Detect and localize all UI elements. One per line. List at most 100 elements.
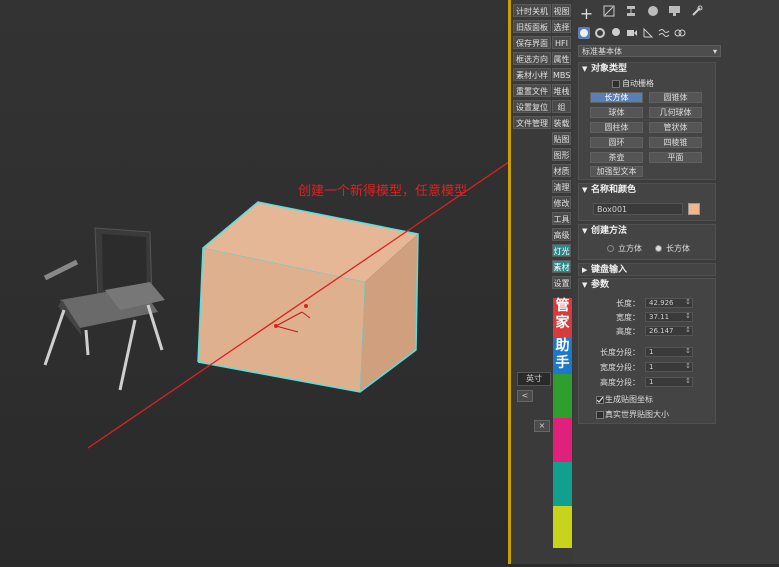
pyramid-button[interactable]: 四棱锥 — [649, 137, 702, 148]
geometry-category-icon[interactable] — [578, 27, 590, 39]
box-radio[interactable] — [655, 245, 662, 252]
strip-btn-cleanup[interactable]: 清理 — [552, 180, 571, 193]
category-dropdown-value: 标准基本体 — [582, 47, 622, 56]
box-model[interactable] — [197, 201, 419, 393]
box-button[interactable]: 长方体 — [590, 92, 643, 103]
butler-button[interactable]: 管家 — [553, 298, 572, 338]
chevron-down-icon: ▾ — [712, 47, 717, 56]
cube-radio[interactable] — [607, 245, 614, 252]
back-button[interactable]: < — [517, 390, 533, 402]
collapse-arrow-icon: ▼ — [582, 65, 588, 73]
cylinder-button[interactable]: 圆柱体 — [590, 122, 643, 133]
strip-btn-material-sample[interactable]: 素材小样 — [513, 68, 551, 81]
strip-btn-reset-file[interactable]: 重置文件 — [513, 84, 551, 97]
strip-btn-mbs[interactable]: MBS — [552, 68, 571, 81]
creation-method-rollout: ▼ 创建方法 — [578, 224, 716, 260]
cameras-category-icon[interactable] — [626, 27, 638, 39]
pink-block[interactable] — [553, 418, 572, 462]
shapes-category-icon[interactable] — [594, 27, 606, 39]
chair-model[interactable] — [43, 227, 165, 391]
strip-btn-maps[interactable]: 贴图 — [552, 132, 571, 145]
strip-btn-load[interactable]: 装载 — [552, 116, 571, 129]
cone-button[interactable]: 圆锥体 — [649, 92, 702, 103]
strip-btn-hfi[interactable]: HFI — [552, 36, 571, 49]
creation-method-header[interactable]: ▼ 创建方法 — [579, 225, 715, 238]
checkmark-icon — [597, 397, 603, 403]
strip-btn-modify[interactable]: 修改 — [552, 196, 571, 209]
real-world-checkbox[interactable] — [596, 411, 604, 419]
tube-button[interactable]: 管状体 — [649, 122, 702, 133]
strip-btn-lights[interactable]: 灯光 — [552, 244, 571, 257]
motion-tab-icon[interactable] — [644, 5, 661, 22]
width-segs-label: 宽度分段： — [600, 363, 640, 372]
strip-btn-stack[interactable]: 堆栈 — [552, 84, 571, 97]
object-color-swatch[interactable] — [688, 203, 700, 215]
height-segs-label: 高度分段： — [600, 378, 640, 387]
strip-btn-advanced[interactable]: 高级 — [552, 228, 571, 241]
parameters-header[interactable]: ▼ 参数 — [579, 279, 715, 292]
length-segs-spinner[interactable]: 1 — [645, 347, 693, 357]
create-tab-icon[interactable]: + — [578, 5, 595, 22]
strip-btn-file-manager[interactable]: 文件管理 — [513, 116, 551, 129]
strip-btn-assets[interactable]: 素材 — [552, 260, 571, 273]
perspective-viewport[interactable]: 创建一个新得模型，任意模型 — [0, 0, 601, 564]
height-label: 高度： — [616, 327, 640, 336]
gen-uv-checkbox[interactable] — [596, 396, 604, 404]
annotation-text: 创建一个新得模型，任意模型 — [298, 184, 468, 199]
strip-btn-save-ui[interactable]: 保存界面 — [513, 36, 551, 49]
systems-category-icon[interactable] — [674, 27, 686, 39]
collapse-arrow-icon: ▼ — [582, 281, 588, 289]
length-label: 长度： — [616, 299, 640, 308]
plane-button[interactable]: 平面 — [649, 152, 702, 163]
textplus-button[interactable]: 加强型文本 — [590, 166, 643, 177]
object-type-header[interactable]: ▼ 对象类型 — [579, 63, 715, 76]
autogrid-checkbox[interactable] — [612, 80, 620, 88]
spacewarps-category-icon[interactable] — [658, 27, 670, 39]
width-label: 宽度： — [616, 313, 640, 322]
green-block[interactable] — [553, 374, 572, 418]
strip-btn-select-direction[interactable]: 框选方向 — [513, 52, 551, 65]
hierarchy-tab-icon[interactable] — [622, 5, 639, 22]
height-segs-spinner[interactable]: 1 — [645, 377, 693, 387]
width-spinner[interactable]: 37.11 — [645, 312, 693, 322]
strip-btn-settings[interactable]: 设置 — [552, 276, 571, 289]
strip-btn-shutdown-timer[interactable]: 计时关机 — [513, 4, 551, 17]
yellow-block[interactable] — [553, 506, 572, 548]
geosphere-button[interactable]: 几何球体 — [649, 107, 702, 118]
real-world-label: 真实世界贴图大小 — [605, 410, 669, 419]
collapse-arrow-icon: ▼ — [582, 227, 588, 235]
strip-btn-shapes[interactable]: 图形 — [552, 148, 571, 161]
strip-btn-tools[interactable]: 工具 — [552, 212, 571, 225]
helpers-category-icon[interactable] — [642, 27, 654, 39]
expand-arrow-icon: ▶ — [582, 266, 588, 274]
box-method-label: 长方体 — [666, 244, 690, 253]
autogrid-label: 自动栅格 — [622, 79, 654, 88]
assistant-button[interactable]: 助手 — [553, 338, 572, 374]
close-button[interactable]: × — [534, 420, 550, 432]
keyboard-entry-header[interactable]: ▶ 键盘输入 — [579, 264, 715, 277]
lights-category-icon[interactable] — [610, 27, 622, 39]
category-dropdown[interactable]: 标准基本体 ▾ — [578, 45, 721, 57]
modify-tab-icon[interactable] — [600, 5, 617, 22]
name-color-header[interactable]: ▼ 名称和颜色 — [579, 184, 715, 197]
width-segs-spinner[interactable]: 1 — [645, 362, 693, 372]
strip-btn-select[interactable]: 选择 — [552, 20, 571, 33]
gen-uv-label: 生成贴图坐标 — [605, 395, 653, 404]
strip-btn-reset-settings[interactable]: 设置复位 — [513, 100, 551, 113]
strip-btn-old-panel[interactable]: 旧版面板 — [513, 20, 551, 33]
torus-button[interactable]: 圆环 — [590, 137, 643, 148]
display-tab-icon[interactable] — [666, 5, 683, 22]
sphere-button[interactable]: 球体 — [590, 107, 643, 118]
object-name-input[interactable]: Box001 — [593, 203, 683, 215]
strip-btn-group[interactable]: 组 — [552, 100, 571, 113]
length-spinner[interactable]: 42.926 — [645, 298, 693, 308]
strip-btn-view[interactable]: 视图 — [552, 4, 571, 17]
cube-label: 立方体 — [618, 244, 642, 253]
strip-btn-materials[interactable]: 材质 — [552, 164, 571, 177]
strip-btn-properties[interactable]: 属性 — [552, 52, 571, 65]
teapot-button[interactable]: 茶壶 — [590, 152, 643, 163]
units-label[interactable]: 英寸 — [517, 372, 551, 386]
utilities-tab-icon[interactable] — [688, 5, 705, 22]
teal-block[interactable] — [553, 462, 572, 506]
height-spinner[interactable]: 26.147 — [645, 326, 693, 336]
